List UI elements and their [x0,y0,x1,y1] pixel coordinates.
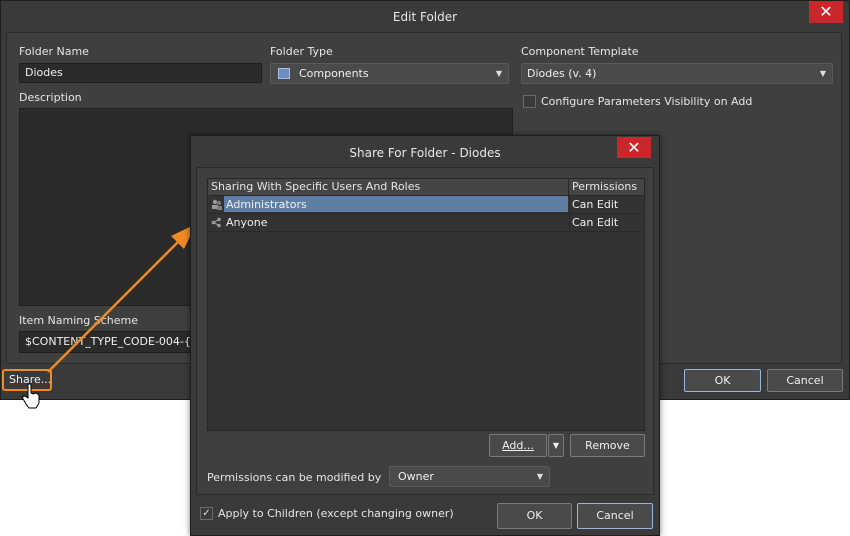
share-dialog: Share For Folder - Diodes ✕ Sharing With… [190,135,660,536]
hand-cursor-icon [21,383,40,409]
add-button-label: Add... [502,439,534,452]
row-name-cell: Anyone [208,214,568,231]
row-permission: Can Edit [572,198,619,211]
permissions-modified-label: Permissions can be modified by [207,471,382,484]
add-dropdown-button[interactable]: ▼ [548,434,564,457]
share-cancel-button[interactable]: Cancel [577,503,653,529]
permissions-modified-dropdown[interactable]: Owner ▼ [389,466,550,487]
row-name: Anyone [226,216,268,229]
share-icon [211,217,222,228]
add-button[interactable]: Add... [489,434,547,457]
row-name-cell: Administrators [208,196,568,213]
table-row[interactable]: Administrators Can Edit [208,196,644,213]
row-name: Administrators [224,196,568,212]
column-header-sharing[interactable]: Sharing With Specific Users And Roles [208,179,569,196]
chevron-down-icon: ▼ [552,441,560,450]
share-dialog-title: Share For Folder - Diodes [349,146,501,160]
column-divider [569,196,570,231]
callout-arrow-line [47,239,181,373]
apply-children-label: Apply to Children (except changing owner… [218,507,454,520]
chevron-down-icon: ▼ [536,472,543,481]
close-icon: ✕ [627,138,641,157]
row-permission: Can Edit [572,216,619,229]
share-dialog-close-button[interactable]: ✕ [617,137,651,158]
checkmark-icon: ✓ [202,508,211,519]
share-ok-button[interactable]: OK [497,503,572,529]
group-icon [211,199,222,210]
column-header-permissions[interactable]: Permissions [569,179,644,196]
permissions-modified-value: Owner [398,470,434,483]
row-divider [208,231,644,232]
remove-button[interactable]: Remove [570,434,645,457]
table-row[interactable]: Anyone Can Edit [208,214,644,231]
share-dialog-body: Sharing With Specific Users And Roles Pe… [196,167,654,495]
apply-children-checkbox[interactable]: ✓ [200,507,213,520]
sharing-grid: Sharing With Specific Users And Roles Pe… [207,178,645,431]
